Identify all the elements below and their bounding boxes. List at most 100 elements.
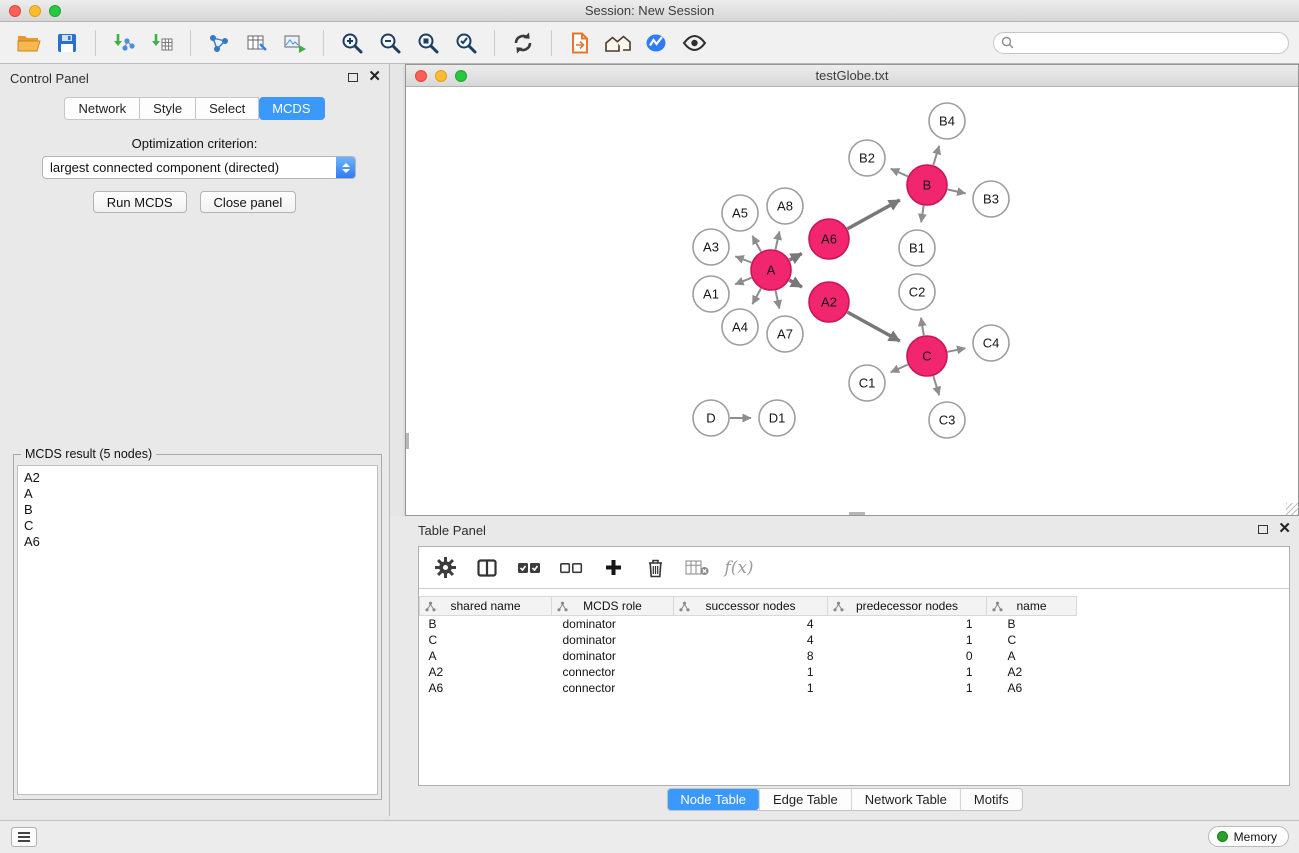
mcds-result-item[interactable]: B	[24, 502, 371, 518]
table-cell[interactable]: dominator	[552, 648, 674, 664]
graph-edge[interactable]	[847, 200, 899, 229]
memory-button[interactable]: Memory	[1208, 826, 1289, 847]
table-row[interactable]: Bdominator41B	[420, 616, 1290, 632]
zoom-out-button[interactable]	[371, 26, 409, 60]
new-network-button[interactable]	[200, 26, 238, 60]
graph-node[interactable]: A5	[722, 195, 758, 231]
graph-edge[interactable]	[921, 206, 924, 223]
tab-mcds[interactable]: MCDS	[259, 97, 324, 120]
network-graph[interactable]: B4B2BB3A8A5A6A3B1AC2A1A2A4A7C4CC1DD1C3	[406, 87, 1298, 515]
table-row[interactable]: A6connector11A6	[420, 680, 1290, 696]
table-cell[interactable]: 1	[828, 680, 987, 696]
mcds-result-item[interactable]: A6	[24, 534, 371, 550]
table-cell[interactable]: 1	[828, 664, 987, 680]
graph-edge[interactable]	[948, 348, 966, 352]
table-cell[interactable]: A	[420, 648, 552, 664]
graph-edge[interactable]	[752, 236, 761, 252]
resize-grip[interactable]	[1286, 503, 1298, 515]
badge-button[interactable]	[637, 26, 675, 60]
graph-edge[interactable]	[891, 365, 908, 373]
new-table-button[interactable]	[238, 26, 276, 60]
mcds-result-item[interactable]: C	[24, 518, 371, 534]
mcds-result-item[interactable]: A	[24, 486, 371, 502]
add-column-button[interactable]	[595, 552, 631, 584]
table-cell[interactable]: 1	[674, 680, 828, 696]
graph-node[interactable]: C4	[973, 325, 1009, 361]
import-network-button[interactable]	[105, 26, 143, 60]
graph-node[interactable]: B1	[899, 230, 935, 266]
delete-column-button[interactable]	[637, 552, 673, 584]
document-button[interactable]	[561, 26, 599, 60]
eye-button[interactable]	[675, 26, 713, 60]
delete-table-button[interactable]	[679, 552, 715, 584]
float-table-panel-icon[interactable]	[1258, 525, 1268, 534]
table-cell[interactable]: B	[420, 616, 552, 632]
graph-edge[interactable]	[735, 278, 751, 285]
tab-select[interactable]: Select	[196, 97, 259, 120]
apply-layout-button[interactable]	[504, 26, 542, 60]
graph-edge[interactable]	[921, 318, 924, 336]
graph-edge[interactable]	[776, 231, 780, 249]
mcds-result-list[interactable]: A2ABCA6	[17, 465, 378, 795]
table-cell[interactable]: connector	[552, 680, 674, 696]
import-table-button[interactable]	[143, 26, 181, 60]
table-cell[interactable]: dominator	[552, 616, 674, 632]
table-mode-button[interactable]	[427, 552, 463, 584]
graph-node[interactable]: A2	[809, 282, 849, 322]
tab-network-table[interactable]: Network Table	[851, 789, 960, 810]
task-history-button[interactable]	[11, 827, 37, 847]
column-header[interactable]: successor nodes	[674, 597, 828, 616]
graph-node[interactable]: C2	[899, 274, 935, 310]
export-image-button[interactable]	[276, 26, 314, 60]
table-cell[interactable]: 8	[674, 648, 828, 664]
graph-edge[interactable]	[847, 312, 899, 341]
graph-node[interactable]: C3	[929, 402, 965, 438]
graph-node[interactable]: A7	[767, 316, 803, 352]
horizontal-scroll-stub[interactable]	[849, 512, 865, 515]
mcds-result-item[interactable]: A2	[24, 470, 371, 486]
graph-node[interactable]: A	[751, 250, 791, 290]
home-button[interactable]	[599, 26, 637, 60]
column-header[interactable]: MCDS role	[552, 597, 674, 616]
tab-edge-table[interactable]: Edge Table	[759, 789, 851, 810]
table-cell[interactable]: C	[987, 632, 1077, 648]
graph-edge[interactable]	[948, 190, 966, 194]
table-cell[interactable]: 1	[828, 632, 987, 648]
deselect-all-button[interactable]	[553, 552, 589, 584]
table-cell[interactable]: 4	[674, 632, 828, 648]
table-cell[interactable]: 1	[674, 664, 828, 680]
tab-network[interactable]: Network	[64, 97, 140, 120]
column-header[interactable]: predecessor nodes	[828, 597, 987, 616]
zoom-selected-button[interactable]	[447, 26, 485, 60]
graph-node[interactable]: C1	[849, 365, 885, 401]
vertical-scroll-stub[interactable]	[406, 433, 409, 449]
table-row[interactable]: Adominator80A	[420, 648, 1290, 664]
graph-node[interactable]: A1	[693, 276, 729, 312]
tab-node-table[interactable]: Node Table	[667, 789, 759, 810]
table-cell[interactable]: A6	[420, 680, 552, 696]
optimization-criterion-dropdown[interactable]: largest connected component (directed)	[42, 156, 356, 179]
graph-edge[interactable]	[752, 288, 761, 304]
table-cell[interactable]: A6	[987, 680, 1077, 696]
save-session-button[interactable]	[48, 26, 86, 60]
table-row[interactable]: Cdominator41C	[420, 632, 1290, 648]
table-cell[interactable]: 4	[674, 616, 828, 632]
zoom-fit-button[interactable]	[409, 26, 447, 60]
function-builder-button[interactable]: f(x)	[721, 552, 757, 584]
column-header[interactable]: name	[987, 597, 1077, 616]
table-row[interactable]: A2connector11A2	[420, 664, 1290, 680]
tab-style[interactable]: Style	[140, 97, 196, 120]
graph-node[interactable]: B4	[929, 103, 965, 139]
graph-node[interactable]: D	[693, 400, 729, 436]
graph-edge[interactable]	[735, 256, 751, 262]
graph-edge[interactable]	[891, 169, 908, 177]
table-cell[interactable]: connector	[552, 664, 674, 680]
table-cell[interactable]: B	[987, 616, 1077, 632]
select-all-button[interactable]	[511, 552, 547, 584]
table-cell[interactable]: 1	[828, 616, 987, 632]
graph-edge[interactable]	[933, 146, 939, 165]
table-cell[interactable]: A2	[420, 664, 552, 680]
column-header[interactable]: shared name	[420, 597, 552, 616]
table-cell[interactable]: A	[987, 648, 1077, 664]
table-cell[interactable]: C	[420, 632, 552, 648]
